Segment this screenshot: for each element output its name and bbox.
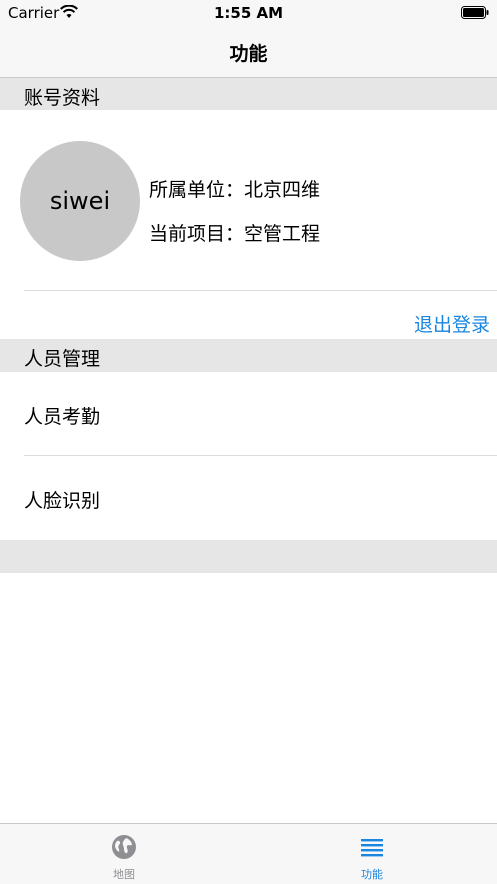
globe-icon <box>112 835 136 859</box>
list-icon <box>361 839 383 857</box>
list-item-label: 人脸识别 <box>24 490 101 512</box>
account-section-header: 账号资料 <box>0 78 497 110</box>
avatar: siwei <box>20 141 140 261</box>
account-section-title: 账号资料 <box>24 87 101 109</box>
battery-icon <box>461 6 489 19</box>
navigation-bar: 功能 <box>0 26 497 78</box>
project-info: 当前项目：空管工程 <box>149 223 321 245</box>
list-item-attendance[interactable]: 人员考勤 <box>0 372 497 455</box>
list-item-face-recognition[interactable]: 人脸识别 <box>0 456 497 539</box>
divider <box>24 290 497 291</box>
personnel-section-title: 人员管理 <box>24 348 101 370</box>
tab-map[interactable]: 地图 <box>0 824 248 884</box>
tab-bar: 地图 功能 <box>0 823 497 884</box>
page-title: 功能 <box>229 43 268 65</box>
list-item-label: 人员考勤 <box>24 406 101 428</box>
tab-functions[interactable]: 功能 <box>248 824 496 884</box>
status-bar: Carrier 1:55 AM <box>0 0 497 26</box>
logout-button[interactable]: 退出登录 <box>414 310 490 337</box>
status-time: 1:55 AM <box>213 4 284 22</box>
personnel-section-header: 人员管理 <box>0 339 497 372</box>
tab-label: 功能 <box>361 868 383 881</box>
tab-label: 地图 <box>113 868 135 881</box>
section-footer <box>0 540 497 573</box>
unit-info: 所属单位：北京四维 <box>149 179 321 201</box>
